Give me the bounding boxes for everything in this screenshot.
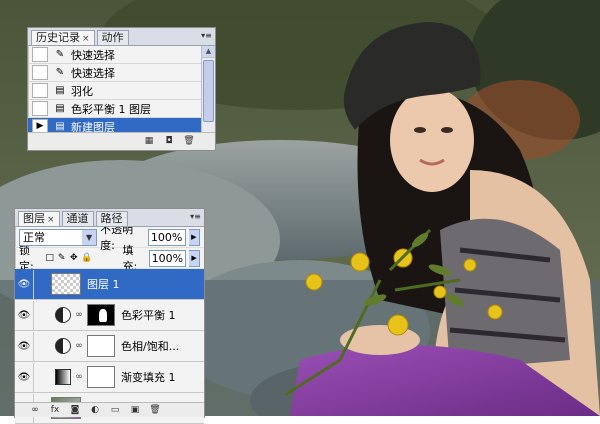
tab-paths[interactable]: 路径 <box>95 211 128 226</box>
link-chain-icon: ∞ <box>75 372 83 382</box>
link-chain-icon: ∞ <box>75 341 83 351</box>
scroll-thumb[interactable] <box>203 60 214 122</box>
blend-mode-select[interactable]: 正常 ▼ <box>19 228 98 246</box>
layer-row[interactable]: 👁 ∞ 色彩平衡 1 <box>15 300 204 331</box>
opacity-field[interactable]: 100% <box>147 228 186 246</box>
layer-mask-thumbnail <box>87 335 115 357</box>
history-panel: 历史记录 × 动作 ▾≡ ✎ 快速选择 ✎ 快速选择 ▤ 羽化 ▤ 色彩平衡 1 … <box>27 27 216 151</box>
snapshot-camera-icon[interactable]: ◘ <box>163 136 175 147</box>
layers-panel: 图层 × 通道 路径 ▾≡ 正常 ▼ 不透明度: 100% ▶ 锁定: □ ✎ ✥… <box>14 208 205 424</box>
layer-style-icon[interactable]: fx <box>49 405 61 416</box>
fill-field[interactable]: 100% <box>148 249 187 267</box>
history-item[interactable]: ✎ 快速选择 <box>28 64 215 82</box>
snapshot-checkbox[interactable] <box>32 101 48 116</box>
blend-opacity-row: 正常 ▼ 不透明度: 100% ▶ <box>15 223 204 252</box>
snapshot-checkbox[interactable] <box>32 47 48 62</box>
trash-icon[interactable]: 🗑 <box>149 405 161 416</box>
snapshot-checkbox[interactable] <box>32 65 48 80</box>
layer-row-selected[interactable]: 👁 图层 1 <box>15 269 204 300</box>
layer-mask-thumbnail <box>87 304 115 326</box>
scroll-up-icon[interactable]: ▲ <box>202 46 215 58</box>
new-group-icon[interactable]: ▭ <box>109 405 121 416</box>
lock-position-icon[interactable]: ✥ <box>69 253 78 263</box>
history-doc-icon: ▤ <box>55 85 65 96</box>
panel-menu-icon[interactable]: ▾≡ <box>201 31 212 41</box>
new-layer-icon[interactable]: ▣ <box>129 405 141 416</box>
opacity-slider-arrow-icon[interactable]: ▶ <box>188 228 200 246</box>
layers-list: 👁 图层 1 👁 ∞ 色彩平衡 1 👁 ∞ 色相/饱和... 👁 ∞ 渐变填充 … <box>15 269 204 424</box>
history-item[interactable]: ▤ 羽化 <box>28 82 215 100</box>
layers-panel-tabs: 图层 × 通道 路径 ▾≡ <box>15 209 204 227</box>
history-doc-icon: ▤ <box>55 103 65 114</box>
tab-history[interactable]: 历史记录 × <box>31 30 95 45</box>
quick-select-icon: ✎ <box>55 49 65 60</box>
tab-actions[interactable]: 动作 <box>96 30 129 45</box>
snapshot-checkbox[interactable] <box>32 83 48 98</box>
fill-slider-arrow-icon[interactable]: ▶ <box>189 249 200 267</box>
lock-all-icon[interactable]: 🔒 <box>81 253 92 263</box>
layer-name[interactable]: 图层 1 <box>87 276 120 292</box>
close-icon[interactable]: × <box>47 215 55 225</box>
link-chain-icon: ∞ <box>75 310 83 320</box>
history-item[interactable]: ▤ 色彩平衡 1 图层 <box>28 100 215 118</box>
layer-name[interactable]: 渐变填充 1 <box>121 369 176 385</box>
new-document-from-state-icon[interactable]: ▦ <box>143 136 155 147</box>
eye-icon[interactable]: 👁 <box>15 331 34 361</box>
layer-row[interactable]: 👁 ∞ 色相/饱和... <box>15 331 204 362</box>
link-layers-icon[interactable]: ∞ <box>29 405 41 416</box>
gradient-fill-icon <box>55 369 71 385</box>
eye-icon[interactable]: 👁 <box>15 269 34 299</box>
close-icon[interactable]: × <box>82 34 90 44</box>
add-mask-icon[interactable]: ◙ <box>69 405 81 416</box>
adjustment-layer-icon <box>55 338 71 354</box>
new-adjustment-icon[interactable]: ◐ <box>89 405 101 416</box>
tab-channels[interactable]: 通道 <box>61 211 94 226</box>
history-list: ✎ 快速选择 ✎ 快速选择 ▤ 羽化 ▤ 色彩平衡 1 图层 ▶ ▤ 新建图层 <box>28 46 215 136</box>
lock-pixels-icon[interactable]: ✎ <box>57 253 66 263</box>
eye-icon[interactable]: 👁 <box>15 300 34 330</box>
history-bottom-bar: ▦ ◘ 🗑 <box>28 132 215 150</box>
lock-transparency-icon[interactable]: □ <box>45 253 54 263</box>
layer-thumbnail <box>51 273 81 295</box>
layer-row[interactable]: 👁 ∞ 渐变填充 1 <box>15 362 204 393</box>
adjustment-layer-icon <box>55 307 71 323</box>
layer-name[interactable]: 色彩平衡 1 <box>121 307 176 323</box>
tab-layers[interactable]: 图层 × <box>18 211 60 226</box>
layer-mask-thumbnail <box>87 366 115 388</box>
layers-bottom-bar: ∞ fx ◙ ◐ ▭ ▣ 🗑 <box>15 402 204 417</box>
quick-select-icon: ✎ <box>55 67 65 78</box>
history-item[interactable]: ✎ 快速选择 <box>28 46 215 64</box>
panel-menu-icon[interactable]: ▾≡ <box>190 212 201 222</box>
trash-icon[interactable]: 🗑 <box>183 136 195 147</box>
chevron-down-icon[interactable]: ▼ <box>82 229 97 245</box>
eye-icon[interactable]: 👁 <box>15 362 34 392</box>
layer-name[interactable]: 色相/饱和... <box>121 338 179 354</box>
history-panel-tabs: 历史记录 × 动作 ▾≡ <box>28 28 215 46</box>
